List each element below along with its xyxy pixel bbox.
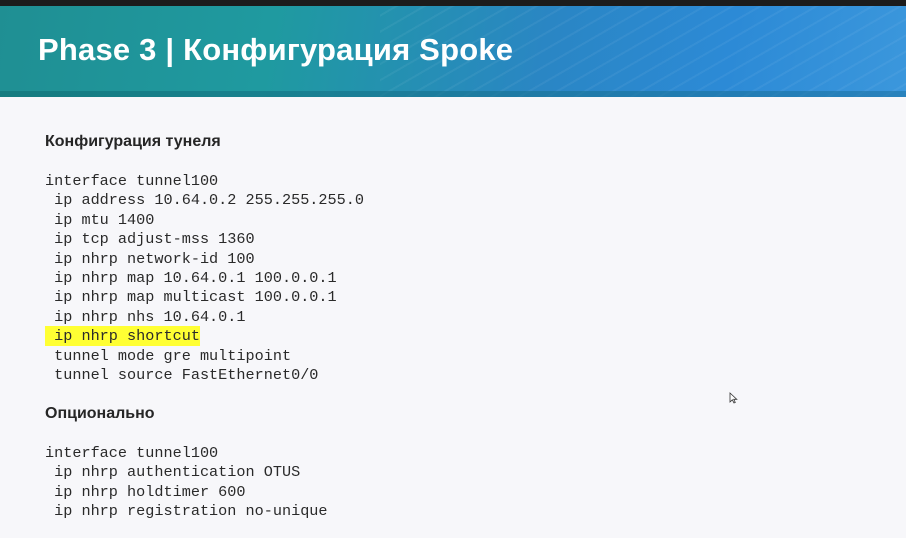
code-line: interface tunnel100 [45,444,219,462]
code-line: ip nhrp map multicast 100.0.0.1 [45,288,337,307]
code-block-optional: interface tunnel100 ip nhrp authenticati… [45,444,328,522]
code-line: ip nhrp network-id 100 [45,249,255,268]
code-line: ip address 10.64.0.2 255.255.255.0 [45,191,364,210]
code-line: ip tcp adjust-mss 1360 [45,230,255,249]
code-line: tunnel source FastEthernet0/0 [45,365,319,384]
code-line: ip mtu 1400 [45,210,155,229]
code-line: ip nhrp registration no-unique [45,502,328,521]
code-line: ip nhrp authentication OTUS [45,463,301,482]
code-line: interface tunnel100 [45,172,219,190]
slide-title: Phase 3 | Конфигурация Spoke [38,32,514,67]
code-line: ip nhrp map 10.64.0.1 100.0.0.1 [45,268,337,287]
code-line: tunnel mode gre multipoint [45,346,292,365]
section-heading-optional: Опционально [45,405,155,422]
section-heading-tunnel-config: Конфигурация тунеля [45,133,221,150]
title-banner: Phase 3 | Конфигурация Spoke [0,6,906,97]
code-line: ip nhrp holdtimer 600 [45,482,246,501]
mouse-cursor-icon [729,392,738,404]
code-line-highlighted: ip nhrp shortcut [45,326,200,347]
code-block-tunnel-config: interface tunnel100 ip address 10.64.0.2… [45,172,364,385]
code-line: ip nhrp nhs 10.64.0.1 [45,307,246,326]
